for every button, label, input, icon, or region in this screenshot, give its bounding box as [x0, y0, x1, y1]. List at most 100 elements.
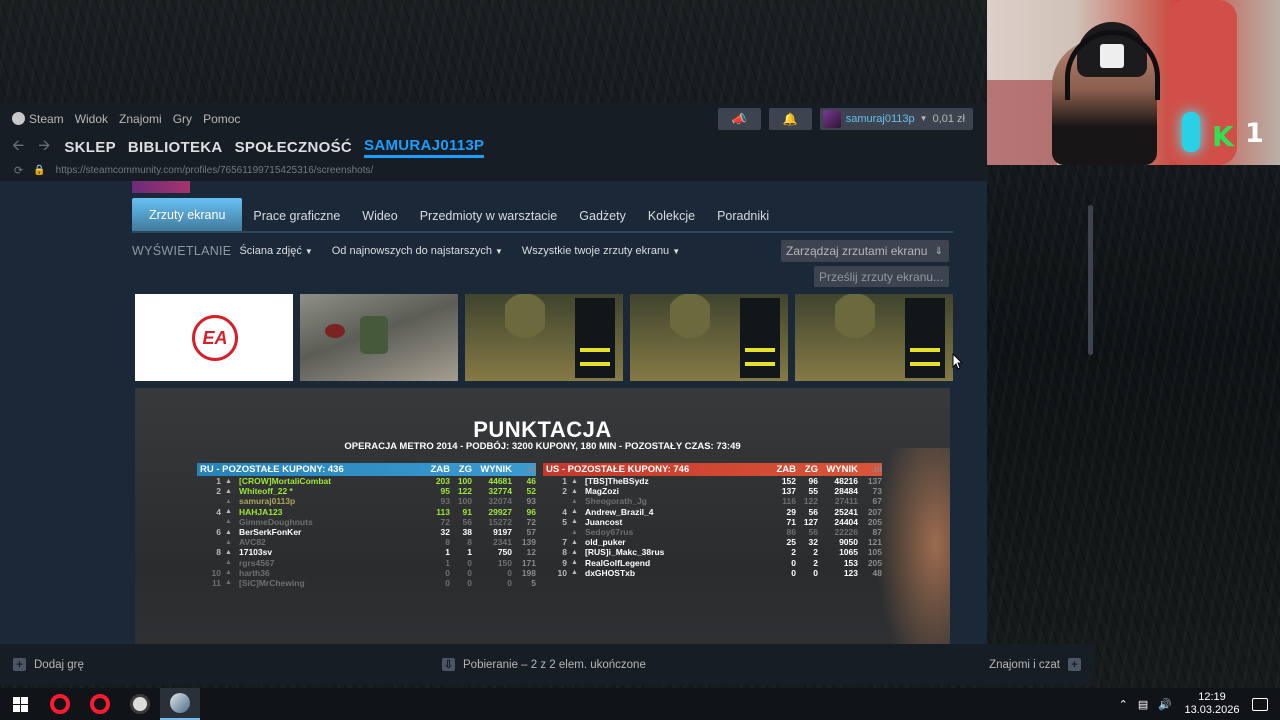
player-deaths: 56: [808, 506, 818, 517]
rank-icon: ▲: [571, 518, 578, 526]
rank-icon: ▲: [571, 548, 578, 556]
nav-library[interactable]: BIBLIOTEKA: [128, 139, 223, 156]
player-name: dxGHOSTxb: [585, 567, 636, 578]
player-kills: 95: [440, 486, 450, 497]
screenshot-wall: EA: [135, 294, 953, 381]
player-deaths: 91: [462, 506, 472, 517]
tab-screenshots[interactable]: Zrzuty ekranu: [132, 198, 243, 231]
player-ping: 73: [872, 486, 882, 497]
player-kills: 32: [440, 527, 450, 538]
nav-profile[interactable]: SAMURAJ0113P: [364, 137, 485, 158]
screenshot-large-scoreboard[interactable]: PUNKTACJA OPERACJA METRO 2014 - PODBÓJ: …: [135, 388, 950, 685]
menu-help[interactable]: Pomoc: [203, 112, 240, 126]
player-deaths: 32: [808, 537, 818, 548]
player-score: 1065: [839, 547, 858, 558]
taskbar-obs[interactable]: [120, 688, 160, 720]
player-deaths: 56: [808, 527, 818, 538]
player-rank: 6: [216, 527, 221, 538]
volume-icon[interactable]: 🔊: [1158, 698, 1172, 711]
tab-guides[interactable]: Poradniki: [706, 201, 780, 231]
friends-chat-button[interactable]: Znajomi i czat +: [989, 658, 1081, 671]
url-text[interactable]: https://steamcommunity.com/profiles/7656…: [56, 165, 374, 176]
player-name: MagZozi: [585, 486, 619, 497]
downloads-status[interactable]: ⇩ Pobieranie – 2 z 2 elem. ukończone: [442, 658, 646, 671]
account-menu[interactable]: samuraj0113p ▼ 0,01 zł: [819, 107, 973, 130]
add-game-button[interactable]: + Dodaj grę: [13, 658, 84, 671]
rank-icon: ▲: [571, 528, 578, 536]
tab-gadgets[interactable]: Gadżety: [568, 201, 637, 231]
friends-icon: +: [1068, 658, 1081, 671]
chevron-down-icon: ▼: [919, 114, 928, 123]
player-ping: 52: [526, 486, 536, 497]
sort-dropdown[interactable]: Od najnowszych do najstarszych ▼: [332, 245, 503, 257]
scope-dropdown[interactable]: Wszystkie twoje zrzuty ekranu ▼: [522, 245, 680, 257]
forward-arrow-icon[interactable]: 🡪: [38, 135, 50, 160]
player-rank: 8: [562, 547, 567, 558]
start-button[interactable]: [0, 688, 40, 720]
player-deaths: 55: [808, 486, 818, 497]
tab-videos[interactable]: Wideo: [351, 201, 408, 231]
player-deaths: 8: [467, 537, 472, 548]
player-score: 32074: [488, 496, 512, 507]
player-ping: 57: [526, 527, 536, 538]
menu-view[interactable]: Widok: [75, 112, 108, 126]
taskbar-steam[interactable]: [160, 688, 200, 720]
notification-center-icon[interactable]: [1252, 697, 1268, 711]
player-name: [RUS]i_Makc_38rus: [585, 547, 665, 558]
network-icon[interactable]: ▤: [1138, 698, 1148, 711]
taskbar-opera[interactable]: [40, 688, 80, 720]
player-rank: 4: [562, 506, 567, 517]
screenshot-tabs: Zrzuty ekranu Prace graficzne Wideo Prze…: [132, 198, 953, 233]
player-ping: 67: [872, 496, 882, 507]
screenshot-thumb[interactable]: [795, 294, 953, 381]
megaphone-button[interactable]: 📣: [717, 107, 761, 130]
player-rank: 7: [562, 537, 567, 548]
player-kills: 203: [435, 476, 450, 487]
screenshot-thumb[interactable]: [300, 294, 458, 381]
menu-friends[interactable]: Znajomi: [119, 112, 162, 126]
avatar: [822, 109, 841, 128]
nav-store[interactable]: SKLEP: [64, 139, 116, 156]
player-score: 153: [843, 557, 858, 568]
k-count: 1: [1245, 118, 1264, 149]
tab-collections[interactable]: Kolekcje: [637, 201, 706, 231]
clock-time: 12:19: [1198, 691, 1226, 703]
tab-workshop-items[interactable]: Przedmioty w warsztacie: [409, 201, 569, 231]
rank-icon: ▲: [225, 579, 232, 587]
player-deaths: 0: [467, 567, 472, 578]
notifications-button[interactable]: 🔔: [768, 107, 812, 130]
player-kills: 116: [782, 496, 796, 507]
upload-screenshots-button[interactable]: Prześlij zrzuty ekranu...: [814, 266, 949, 287]
manage-screenshots-button[interactable]: Zarządzaj zrzutami ekranu ⇓: [781, 240, 949, 262]
view-dropdown[interactable]: Ściana zdjęć ▼: [239, 245, 312, 257]
chevron-up-icon[interactable]: ⌃: [1119, 698, 1128, 711]
player-row: ▲ samuraj0113p 93 100 32074 93: [197, 496, 536, 506]
steam-status-bar: + Dodaj grę ⇩ Pobieranie – 2 z 2 elem. u…: [0, 644, 1095, 685]
player-name: Juancost: [585, 516, 623, 527]
refresh-icon[interactable]: ⟳: [14, 164, 23, 177]
player-deaths: 2: [813, 547, 818, 558]
rank-icon: ▲: [571, 508, 578, 516]
windows-logo-icon: [12, 696, 28, 712]
player-kills: 152: [781, 476, 796, 487]
rank-icon: ▲: [571, 559, 578, 567]
clock[interactable]: 12:19 13.03.2026: [1182, 691, 1242, 717]
player-row: 2 ▲ MagZozi 137 55 28484 73: [543, 486, 882, 496]
player-name: rgrs4567: [239, 557, 275, 568]
menu-steam[interactable]: Steam: [12, 112, 64, 126]
screenshot-thumb[interactable]: [630, 294, 788, 381]
taskbar-opera-gx[interactable]: [80, 688, 120, 720]
scrollbar-thumb[interactable]: [1088, 205, 1093, 355]
rank-icon: ▲: [571, 538, 578, 546]
player-row: ▲ Sheogorath_Jg 116 122 27411 67: [543, 496, 882, 506]
screenshot-thumb[interactable]: EA: [135, 294, 293, 381]
menu-games[interactable]: Gry: [173, 112, 192, 126]
tab-artwork[interactable]: Prace graficzne: [242, 201, 351, 231]
back-arrow-icon[interactable]: 🡨: [12, 135, 24, 160]
screenshot-thumb[interactable]: [465, 294, 623, 381]
player-rank: 2: [562, 486, 567, 497]
player-kills: 72: [440, 516, 450, 527]
caret-down-icon: ▼: [494, 247, 503, 256]
nav-community[interactable]: SPOŁECZNOŚĆ: [235, 139, 352, 156]
player-name: old_puker: [585, 537, 626, 548]
